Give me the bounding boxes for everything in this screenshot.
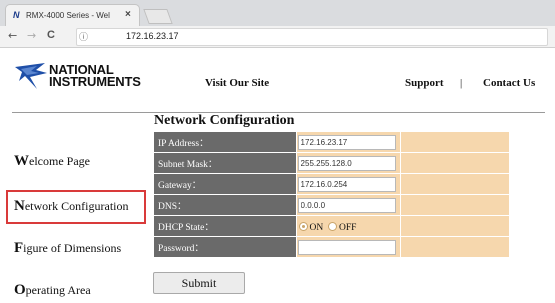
dhcp-state-label: DHCP State： bbox=[153, 215, 297, 237]
dns-cell bbox=[295, 194, 401, 216]
row-filler bbox=[399, 131, 511, 153]
page-title: Network Configuration bbox=[154, 113, 295, 128]
password-cell bbox=[295, 236, 401, 258]
address-bar[interactable]: ⓘ 172.16.23.17 bbox=[76, 28, 548, 46]
subnet-mask-input[interactable] bbox=[297, 155, 396, 171]
dhcp-on-label[interactable]: ON bbox=[310, 223, 324, 233]
dhcp-on-radio[interactable] bbox=[298, 222, 308, 231]
dhcp-state-row: DHCP State： ON OFF bbox=[153, 215, 511, 237]
ip-address-row: IP Address： bbox=[153, 131, 511, 153]
subnet-mask-label: Subnet Mask： bbox=[153, 152, 297, 174]
info-icon[interactable]: ⓘ bbox=[79, 30, 88, 43]
logo-line-instruments: INSTRUMENTS bbox=[49, 74, 141, 89]
reload-icon[interactable]: C bbox=[47, 29, 55, 41]
dns-input[interactable] bbox=[297, 197, 396, 213]
row-filler bbox=[399, 236, 511, 258]
dhcp-off-radio[interactable] bbox=[328, 222, 338, 231]
sidebar-item-figure-of-dimensions[interactable]: Figure of Dimensions bbox=[14, 240, 121, 257]
browser-tab-bar: N RMX-4000 Series - Wel × bbox=[0, 0, 555, 26]
back-arrow-icon[interactable]: ← bbox=[8, 29, 17, 42]
sidebar-item-label: perating Area bbox=[25, 283, 91, 297]
gateway-label: Gateway： bbox=[153, 173, 297, 195]
sidebar-item-label: elcome Page bbox=[29, 154, 90, 168]
forward-arrow-icon[interactable]: → bbox=[27, 29, 36, 42]
active-item-highlight bbox=[6, 190, 146, 224]
browser-tab[interactable]: N RMX-4000 Series - Wel × bbox=[5, 4, 140, 26]
new-tab-button[interactable] bbox=[143, 9, 173, 24]
gateway-cell bbox=[295, 173, 401, 195]
ni-eagle-icon bbox=[15, 63, 47, 89]
address-url[interactable]: 172.16.23.17 bbox=[126, 31, 179, 41]
browser-tab-title: RMX-4000 Series - Wel bbox=[26, 11, 110, 20]
password-input[interactable] bbox=[297, 239, 396, 255]
dhcp-state-cell: ON OFF bbox=[295, 215, 401, 237]
dns-label: DNS： bbox=[153, 194, 297, 216]
gateway-row: Gateway： bbox=[153, 173, 511, 195]
gateway-input[interactable] bbox=[297, 176, 396, 192]
close-tab-icon[interactable]: × bbox=[125, 9, 131, 20]
sidebar-item-label: igure of Dimensions bbox=[23, 241, 122, 255]
password-label: Password： bbox=[153, 236, 297, 258]
password-row: Password： bbox=[153, 236, 511, 258]
sidebar-item-cap: F bbox=[14, 240, 24, 256]
sidebar-item-cap: O bbox=[14, 282, 26, 298]
browser-toolbar: ← → C ⓘ 172.16.23.17 bbox=[0, 26, 555, 48]
dhcp-off-label[interactable]: OFF bbox=[339, 223, 356, 233]
subnet-mask-cell bbox=[295, 152, 401, 174]
dhcp-radio-group: ON OFF bbox=[297, 222, 356, 233]
subnet-mask-row: Subnet Mask： bbox=[153, 152, 511, 174]
support-link[interactable]: Support bbox=[405, 77, 444, 89]
sidebar-item-cap: W bbox=[14, 153, 29, 169]
row-filler bbox=[399, 152, 511, 174]
submit-button[interactable]: Submit bbox=[153, 272, 245, 294]
row-filler bbox=[399, 194, 511, 216]
ni-favicon-icon: N bbox=[13, 10, 20, 20]
ip-address-cell bbox=[295, 131, 401, 153]
link-separator: | bbox=[460, 77, 463, 89]
dns-row: DNS： bbox=[153, 194, 511, 216]
ip-address-input[interactable] bbox=[297, 134, 396, 150]
sidebar-item-welcome-page[interactable]: Welcome Page bbox=[14, 153, 90, 170]
contact-us-link[interactable]: Contact Us bbox=[483, 77, 535, 89]
ni-logo[interactable]: NATIONAL INSTRUMENTS bbox=[15, 63, 157, 89]
row-filler bbox=[399, 215, 511, 237]
network-config-table: IP Address： Subnet Mask： Gateway： DNS： D… bbox=[153, 131, 511, 258]
row-filler bbox=[399, 173, 511, 195]
sidebar-item-operating-area[interactable]: Operating Area bbox=[14, 282, 91, 299]
visit-our-site-link[interactable]: Visit Our Site bbox=[205, 77, 269, 89]
ip-address-label: IP Address： bbox=[153, 131, 297, 153]
